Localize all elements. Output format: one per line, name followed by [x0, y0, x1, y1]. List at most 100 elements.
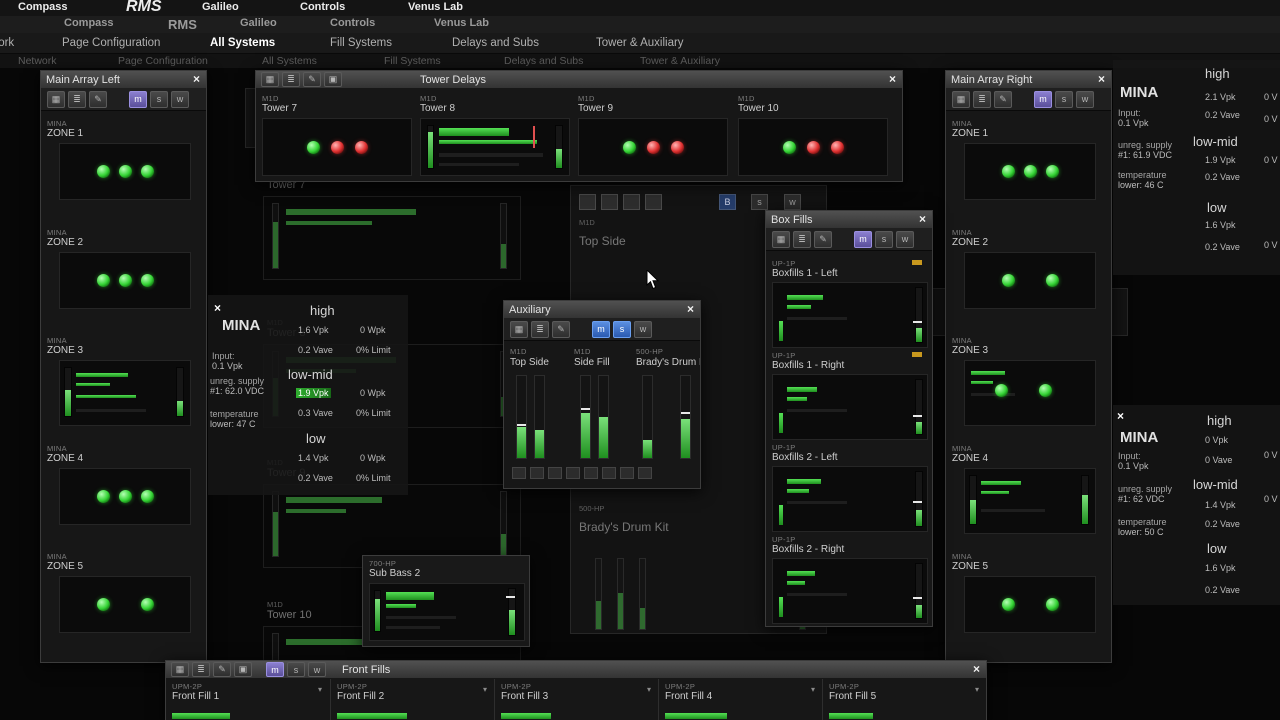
link-icon[interactable]: ▣ — [234, 662, 252, 677]
chevron-down-icon[interactable]: ▾ — [318, 685, 322, 694]
titlebar[interactable]: Auxiliary × — [504, 301, 700, 318]
channel-button[interactable] — [584, 467, 598, 479]
list-icon[interactable]: ≣ — [282, 72, 300, 87]
edit-icon[interactable]: ✎ — [814, 230, 832, 248]
front-fill-column[interactable]: UPM-2P Front Fill 5 ▾ — [822, 679, 986, 720]
menu-item-venus-lab[interactable]: Venus Lab — [408, 1, 463, 13]
wink-button[interactable]: w — [1076, 90, 1094, 108]
close-icon[interactable]: × — [885, 72, 900, 87]
zone-row[interactable]: MINA ZONE 5 — [47, 552, 200, 652]
solo-button[interactable]: s — [875, 230, 893, 248]
mute-button[interactable]: m — [129, 90, 147, 108]
menu-item-galileo[interactable]: Galileo — [202, 1, 239, 13]
titlebar[interactable]: Main Array Left × — [41, 71, 206, 88]
tab-page-configuration[interactable]: Page Configuration — [62, 37, 160, 49]
channel-button[interactable] — [620, 467, 634, 479]
zone-row[interactable]: MINA ZONE 4 — [952, 444, 1105, 544]
tower-cell[interactable]: M1D Tower 10 — [734, 92, 890, 180]
close-icon[interactable]: × — [915, 212, 930, 227]
tab-all-systems[interactable]: All Systems — [210, 37, 275, 49]
zone-row[interactable]: MINA ZONE 3 — [47, 336, 200, 436]
mute-button[interactable]: m — [854, 230, 872, 248]
zone-row[interactable]: MINA ZONE 5 — [952, 552, 1105, 652]
channel-button[interactable] — [602, 467, 616, 479]
zone-row[interactable]: MINA ZONE 1 — [952, 119, 1105, 219]
mute-button[interactable]: m — [266, 662, 284, 677]
front-fill-column[interactable]: UPM-2P Front Fill 2 ▾ — [330, 679, 495, 720]
list-icon[interactable]: ≣ — [973, 90, 991, 108]
edit-icon[interactable]: ✎ — [89, 90, 107, 108]
chevron-down-icon[interactable]: ▾ — [647, 685, 651, 694]
channel-button[interactable] — [530, 467, 544, 479]
titlebar[interactable]: Box Fills × — [766, 211, 932, 228]
titlebar[interactable]: ▦ ≣ ✎ ▣ Tower Delays × — [256, 71, 902, 88]
edit-icon[interactable]: ✎ — [994, 90, 1012, 108]
tower-name: Tower 8 — [420, 103, 456, 114]
menu-item-compass[interactable]: Compass — [18, 1, 68, 13]
red-led — [806, 140, 820, 154]
link-icon[interactable]: ▣ — [324, 72, 342, 87]
close-icon[interactable]: × — [969, 662, 984, 677]
wink-button[interactable]: w — [634, 320, 652, 338]
front-fill-column[interactable]: UPM-2P Front Fill 3 ▾ — [494, 679, 659, 720]
tower-cell[interactable]: M1D Tower 9 — [574, 92, 730, 180]
solo-button[interactable]: s — [287, 662, 305, 677]
vu-meter — [595, 558, 602, 630]
solo-button[interactable]: s — [613, 320, 631, 338]
edit-icon[interactable]: ✎ — [303, 72, 321, 87]
channel-button[interactable] — [638, 467, 652, 479]
edit-icon[interactable]: ✎ — [213, 662, 231, 677]
close-icon[interactable]: × — [1094, 72, 1109, 87]
wink-button[interactable]: w — [171, 90, 189, 108]
wink-button[interactable]: w — [896, 230, 914, 248]
solo-button[interactable]: s — [150, 90, 168, 108]
boxfill-section[interactable]: UP-1P Boxfills 2 - Right — [770, 535, 928, 625]
grid-icon[interactable]: ▦ — [171, 662, 189, 677]
channel-button[interactable] — [548, 467, 562, 479]
tab-network-clipped[interactable]: Network — [0, 37, 14, 49]
close-icon[interactable]: × — [1117, 409, 1124, 423]
mute-button[interactable]: m — [1034, 90, 1052, 108]
list-icon[interactable]: ≣ — [192, 662, 210, 677]
front-fill-column[interactable]: UPM-2P Front Fill 4 ▾ — [658, 679, 823, 720]
list-icon[interactable]: ≣ — [531, 320, 549, 338]
tab-fill-systems[interactable]: Fill Systems — [330, 37, 392, 49]
grid-icon[interactable]: ▦ — [952, 90, 970, 108]
zone-row[interactable]: MINA ZONE 1 — [47, 119, 200, 219]
tower-cell[interactable]: M1D Tower 8 — [416, 92, 572, 180]
chevron-down-icon[interactable]: ▾ — [975, 685, 979, 694]
edit-icon[interactable]: ✎ — [552, 320, 570, 338]
boxfill-section[interactable]: UP-1P Boxfills 1 - Right — [770, 351, 928, 441]
tab-delays-and-subs[interactable]: Delays and Subs — [452, 37, 539, 49]
chevron-down-icon[interactable]: ▾ — [811, 685, 815, 694]
tower-cell[interactable]: M1D Tower 7 — [258, 92, 414, 180]
boxfill-section[interactable]: UP-1P Boxfills 1 - Left — [770, 259, 928, 349]
close-icon[interactable]: × — [683, 302, 698, 317]
tab-tower-auxiliary[interactable]: Tower & Auxiliary — [596, 37, 684, 49]
grid-icon[interactable]: ▦ — [510, 320, 528, 338]
grid-icon[interactable]: ▦ — [261, 72, 279, 87]
solo-button[interactable]: s — [1055, 90, 1073, 108]
front-fill-column[interactable]: UPM-2P Front Fill 1 ▾ — [166, 679, 330, 720]
grid-icon[interactable]: ▦ — [47, 90, 65, 108]
menu-item-rms[interactable]: RMS — [126, 0, 162, 16]
titlebar[interactable]: Main Array Right × — [946, 71, 1111, 88]
close-icon[interactable]: × — [214, 301, 221, 315]
titlebar[interactable]: ▦ ≣ ✎ ▣ m s w Front Fills × — [166, 661, 986, 678]
channel-button[interactable] — [566, 467, 580, 479]
zone-row[interactable]: MINA ZONE 2 — [952, 228, 1105, 328]
mute-button[interactable]: m — [592, 320, 610, 338]
vu-meter — [64, 367, 72, 417]
menu-item-controls[interactable]: Controls — [300, 1, 345, 13]
zone-row[interactable]: MINA ZONE 4 — [47, 444, 200, 544]
close-icon[interactable]: × — [189, 72, 204, 87]
zone-row[interactable]: MINA ZONE 2 — [47, 228, 200, 328]
channel-button[interactable] — [512, 467, 526, 479]
list-icon[interactable]: ≣ — [793, 230, 811, 248]
zone-row[interactable]: MINA ZONE 3 — [952, 336, 1105, 436]
grid-icon[interactable]: ▦ — [772, 230, 790, 248]
boxfill-section[interactable]: UP-1P Boxfills 2 - Left — [770, 443, 928, 533]
list-icon[interactable]: ≣ — [68, 90, 86, 108]
chevron-down-icon[interactable]: ▾ — [483, 685, 487, 694]
wink-button[interactable]: w — [308, 662, 326, 677]
